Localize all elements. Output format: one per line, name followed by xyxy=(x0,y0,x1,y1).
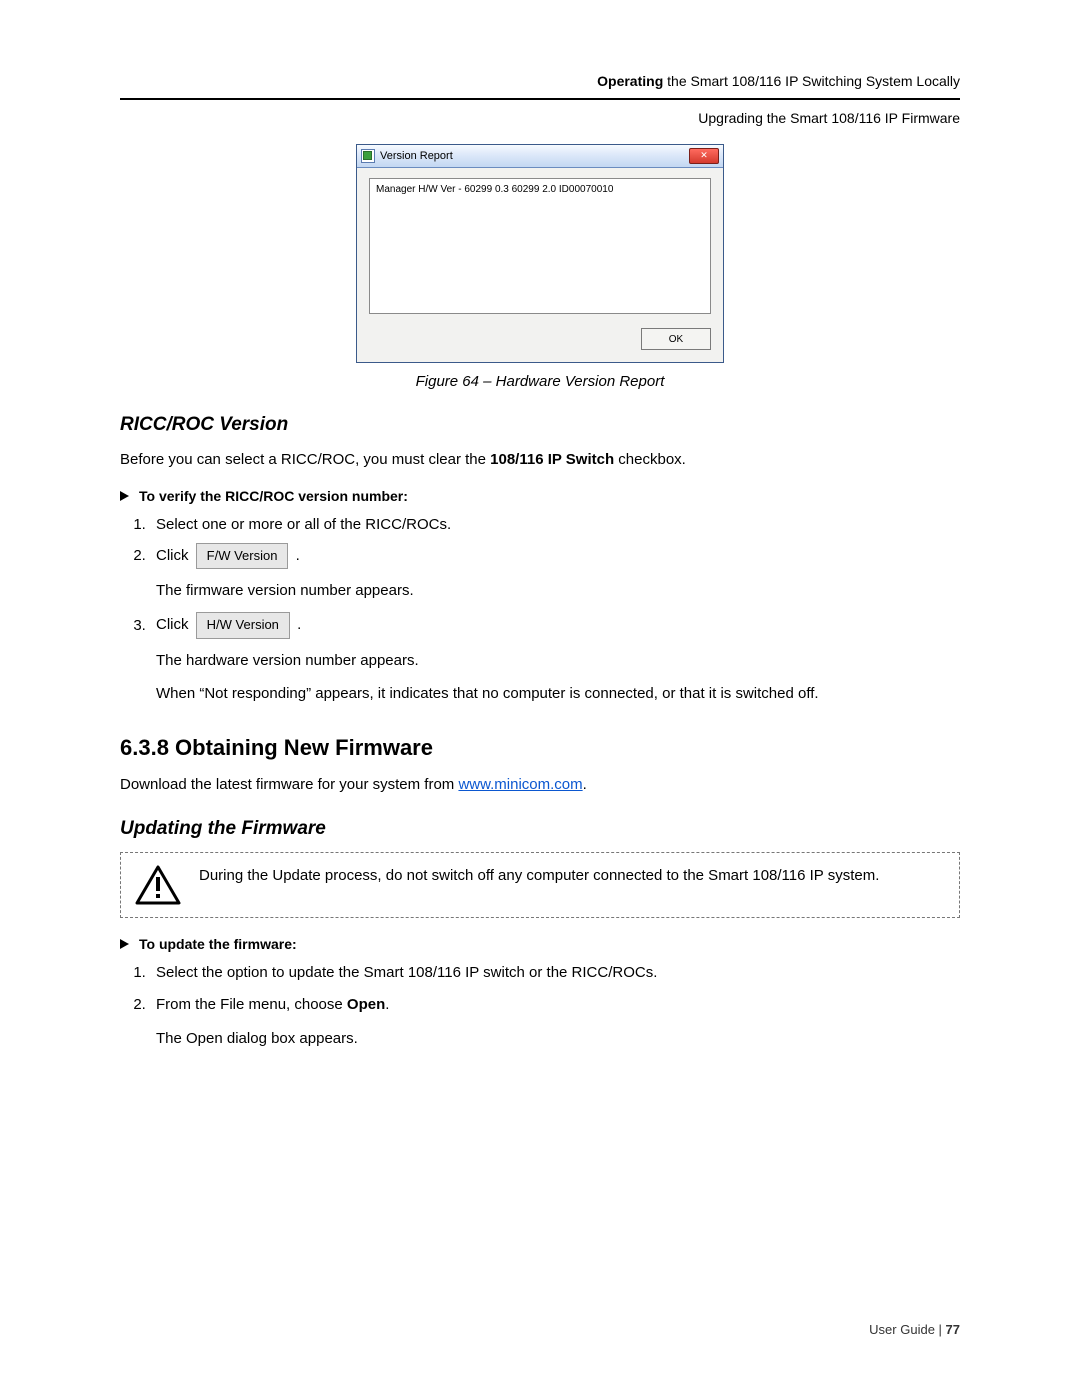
subtask-update-firmware: To update the firmware: xyxy=(120,936,960,952)
subtask-verify-ricc: To verify the RICC/ROC version number: xyxy=(120,488,960,504)
fw-result: The firmware version number appears. xyxy=(156,579,960,602)
dialog-titlebar: Version Report xyxy=(357,145,723,168)
arrow-icon xyxy=(120,939,129,949)
obtain-text-after: . xyxy=(583,776,587,793)
subtask-verify-ricc-label: To verify the RICC/ROC version number: xyxy=(139,488,408,504)
ricc-intro-bold: 108/116 IP Switch xyxy=(490,451,614,468)
open-result: The Open dialog box appears. xyxy=(156,1027,960,1050)
version-report-dialog: Version Report Manager H/W Ver - 60299 0… xyxy=(356,144,724,363)
document-page: Operating the Smart 108/116 IP Switching… xyxy=(0,0,1080,1397)
step-2: Click F/W Version . The firmware version… xyxy=(150,543,960,602)
step-3-after: . xyxy=(297,617,301,634)
header-divider xyxy=(120,98,960,100)
minicom-link-text: www.minicom.com xyxy=(458,776,582,793)
step-2-after: . xyxy=(296,547,300,564)
subtask-update-firmware-label: To update the firmware: xyxy=(139,936,297,952)
ok-button[interactable]: OK xyxy=(641,328,711,350)
footer-sep: | xyxy=(935,1322,946,1337)
running-header-rest: the Smart 108/116 IP Switching System Lo… xyxy=(663,73,960,89)
not-responding-note: When “Not responding” appears, it indica… xyxy=(156,682,960,705)
footer-page-number: 77 xyxy=(946,1322,960,1337)
dialog-footer: OK xyxy=(357,328,723,362)
step-1-text: Select one or more or all of the RICC/RO… xyxy=(156,516,451,533)
update-step-1: Select the option to update the Smart 10… xyxy=(150,960,960,986)
hw-version-button[interactable]: H/W Version xyxy=(196,612,290,638)
app-icon xyxy=(361,149,375,163)
version-list-item: Manager H/W Ver - 60299 0.3 60299 2.0 ID… xyxy=(376,183,704,197)
step-2-before: Click xyxy=(156,547,193,564)
hw-result: The hardware version number appears. xyxy=(156,649,960,672)
heading-obtaining-new-firmware: 6.3.8 Obtaining New Firmware xyxy=(120,735,960,761)
step-3-before: Click xyxy=(156,617,193,634)
update-step-1-text: Select the option to update the Smart 10… xyxy=(156,964,657,981)
update-step-2: From the File menu, choose Open. The Ope… xyxy=(150,992,960,1051)
warning-box: During the Update process, do not switch… xyxy=(120,852,960,918)
minicom-link[interactable]: www.minicom.com xyxy=(458,776,582,793)
version-list: Manager H/W Ver - 60299 0.3 60299 2.0 ID… xyxy=(369,178,711,314)
ricc-intro-after: checkbox. xyxy=(614,451,686,468)
step-3: Click H/W Version . The hardware version… xyxy=(150,612,960,705)
ricc-intro-before: Before you can select a RICC/ROC, you mu… xyxy=(120,451,490,468)
update-step-2-after: . xyxy=(385,996,389,1013)
heading-updating-firmware: Updating the Firmware xyxy=(120,818,960,840)
running-header: Operating the Smart 108/116 IP Switching… xyxy=(120,70,960,92)
figure-caption: Figure 64 – Hardware Version Report xyxy=(120,373,960,390)
obtain-text-before: Download the latest firmware for your sy… xyxy=(120,776,458,793)
ok-button-label: OK xyxy=(669,334,683,345)
footer-label: User Guide xyxy=(869,1322,935,1337)
figure-dialog-wrap: Version Report Manager H/W Ver - 60299 0… xyxy=(120,144,960,363)
hw-version-button-label: H/W Version xyxy=(207,617,279,632)
fw-version-button-label: F/W Version xyxy=(207,548,278,563)
warning-icon xyxy=(135,865,181,905)
dialog-title: Version Report xyxy=(380,150,453,162)
obtain-text: Download the latest firmware for your sy… xyxy=(120,773,960,796)
heading-ricc-roc-version: RICC/ROC Version xyxy=(120,414,960,436)
step-1: Select one or more or all of the RICC/RO… xyxy=(150,512,960,538)
arrow-icon xyxy=(120,491,129,501)
close-icon[interactable] xyxy=(689,148,719,164)
update-step-2-before: From the File menu, choose xyxy=(156,996,347,1013)
steps-update-firmware: Select the option to update the Smart 10… xyxy=(150,960,960,1050)
ricc-intro: Before you can select a RICC/ROC, you mu… xyxy=(120,448,960,471)
steps-verify-ricc: Select one or more or all of the RICC/RO… xyxy=(150,512,960,705)
fw-version-button[interactable]: F/W Version xyxy=(196,543,289,569)
update-step-2-bold: Open xyxy=(347,996,385,1013)
dialog-body: Manager H/W Ver - 60299 0.3 60299 2.0 ID… xyxy=(357,168,723,328)
warning-text: During the Update process, do not switch… xyxy=(199,865,879,888)
page-footer: User Guide | 77 xyxy=(869,1322,960,1337)
running-header-bold: Operating xyxy=(597,73,663,89)
running-subheader: Upgrading the Smart 108/116 IP Firmware xyxy=(120,110,960,126)
